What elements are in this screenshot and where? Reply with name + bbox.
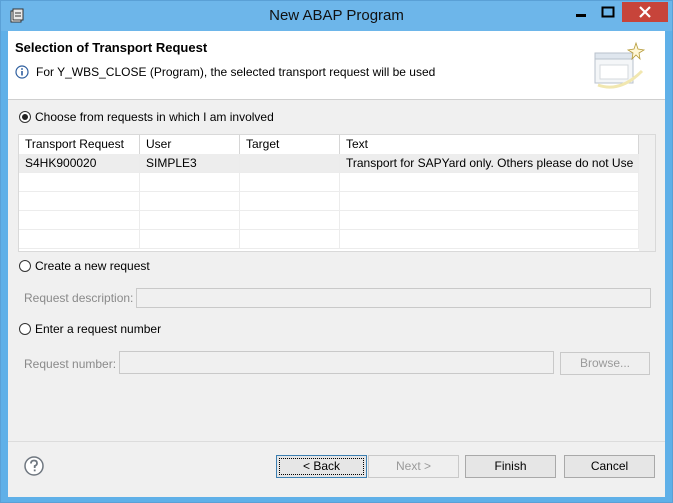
empty-row	[19, 173, 639, 192]
request-description-label: Request description:	[24, 291, 134, 305]
dialog-window: New ABAP Program Selection of Transport …	[0, 0, 673, 503]
create-request-radio[interactable]	[19, 260, 31, 272]
cell-target	[240, 154, 340, 173]
next-button[interactable]: Next >	[368, 455, 459, 478]
wizard-header: Selection of Transport Request For Y_WBS…	[8, 31, 665, 100]
cell-user: SIMPLE3	[140, 154, 240, 173]
finish-button[interactable]: Finish	[465, 455, 556, 478]
maximize-icon	[601, 6, 615, 18]
enter-request-label[interactable]: Enter a request number	[35, 322, 161, 336]
column-header-target[interactable]: Target	[240, 135, 340, 154]
new-wizard-icon	[594, 41, 646, 89]
table-header: Transport Request User Target Text	[19, 135, 639, 155]
enter-request-radio[interactable]	[19, 323, 31, 335]
footer-separator	[8, 441, 665, 442]
dialog-body: Selection of Transport Request For Y_WBS…	[8, 31, 665, 497]
transport-request-table: Transport Request User Target Text S4HK9…	[18, 134, 656, 252]
table-row[interactable]: S4HK900020 SIMPLE3 Transport for SAPYard…	[19, 154, 639, 173]
choose-requests-radio[interactable]	[19, 111, 31, 123]
back-button[interactable]: < Back	[276, 455, 367, 478]
column-header-transport-request[interactable]: Transport Request	[19, 135, 140, 154]
column-header-text[interactable]: Text	[340, 135, 639, 154]
header-message: For Y_WBS_CLOSE (Program), the selected …	[36, 65, 436, 79]
column-header-user[interactable]: User	[140, 135, 240, 154]
request-number-label: Request number:	[24, 357, 117, 371]
browse-button[interactable]: Browse...	[560, 352, 650, 375]
title-bar[interactable]: New ABAP Program	[1, 1, 672, 31]
minimize-button[interactable]	[568, 2, 594, 22]
info-icon	[15, 65, 29, 79]
choose-requests-label[interactable]: Choose from requests in which I am invol…	[35, 110, 274, 124]
cell-text: Transport for SAPYard only. Others pleas…	[340, 154, 639, 173]
table-scrollbar[interactable]	[639, 135, 655, 251]
close-button[interactable]	[622, 2, 668, 22]
cell-transport-request: S4HK900020	[19, 154, 140, 173]
help-icon[interactable]	[24, 456, 44, 476]
empty-row	[19, 192, 639, 211]
maximize-button[interactable]	[595, 2, 621, 22]
minimize-icon	[576, 14, 586, 17]
create-request-label[interactable]: Create a new request	[35, 259, 150, 273]
page-title: Selection of Transport Request	[15, 40, 208, 55]
close-icon	[639, 6, 651, 18]
request-number-field[interactable]	[119, 351, 554, 374]
empty-row	[19, 211, 639, 230]
empty-row	[19, 230, 639, 249]
cancel-button[interactable]: Cancel	[564, 455, 655, 478]
request-description-field[interactable]	[136, 288, 651, 308]
